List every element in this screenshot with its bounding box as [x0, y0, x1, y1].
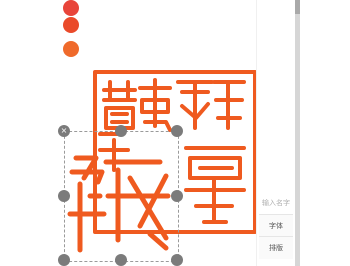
layout-button[interactable]: 排版 [259, 236, 293, 259]
copy-handle-icon[interactable] [171, 125, 183, 137]
resize-bottom-handle-icon[interactable] [115, 254, 127, 266]
resize-bottom-left-handle-icon[interactable] [58, 254, 70, 266]
resize-right-handle-icon[interactable] [171, 190, 183, 202]
seal-glyph-4 [184, 146, 246, 224]
font-button[interactable]: 字体 [259, 214, 293, 237]
editor-canvas: × [0, 0, 295, 266]
scrollbar-thumb[interactable] [295, 0, 300, 14]
rotate-handle-icon[interactable] [115, 125, 127, 137]
selection-box[interactable] [64, 131, 179, 262]
seal-glyph-3 [176, 80, 246, 130]
resize-bottom-right-handle-icon[interactable] [171, 254, 183, 266]
seal-glyph-1 [102, 80, 137, 130]
name-input[interactable]: 输入名字 [259, 195, 293, 211]
seal-glyph-2 [138, 78, 172, 132]
resize-left-handle-icon[interactable] [58, 190, 70, 202]
delete-handle-icon[interactable]: × [58, 125, 70, 137]
scrollbar-track[interactable] [295, 0, 300, 266]
